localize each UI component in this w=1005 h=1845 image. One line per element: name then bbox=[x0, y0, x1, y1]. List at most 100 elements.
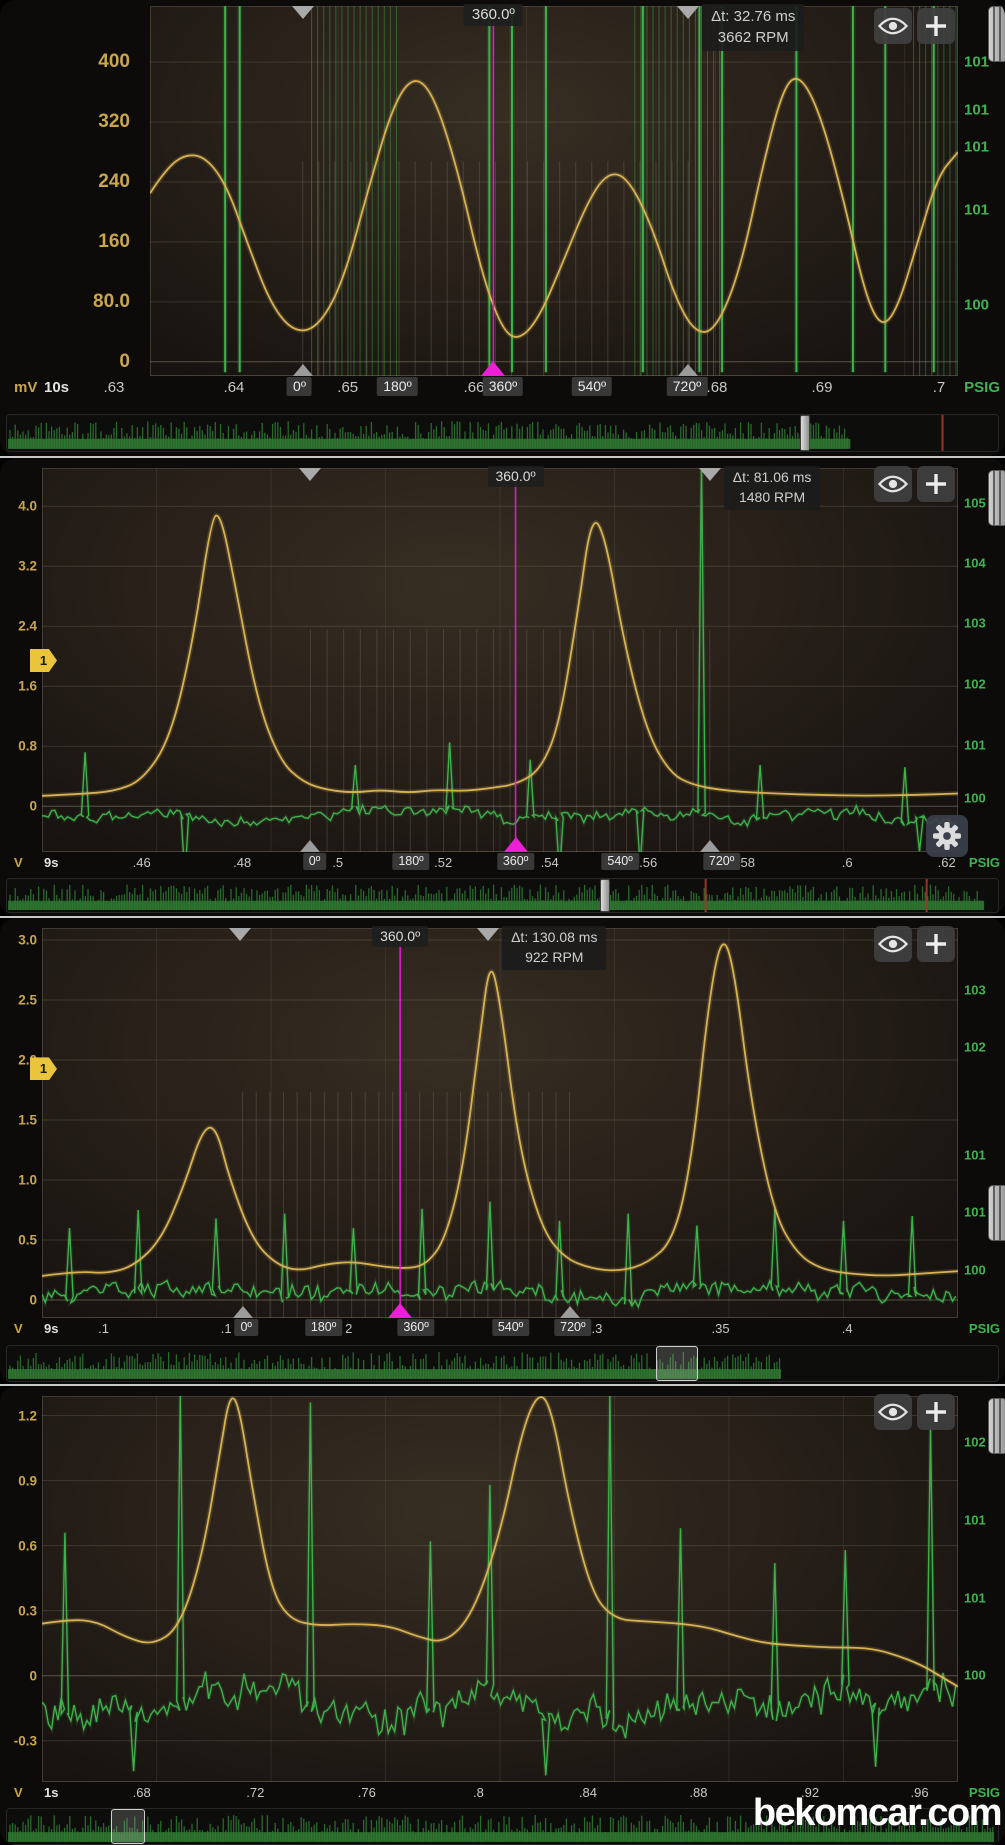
scrollbar-handle[interactable] bbox=[111, 1809, 145, 1844]
pressure-trace bbox=[150, 79, 958, 337]
cursor-degree-badge[interactable]: 360.0º bbox=[372, 926, 428, 947]
scope-panel-1: 40032024016080.00 101101101101100 360.0º… bbox=[0, 0, 1005, 456]
y-axis-label: 400 bbox=[98, 51, 130, 73]
vertical-scroll-handle[interactable] bbox=[988, 1398, 1005, 1454]
add-channel-button[interactable] bbox=[917, 8, 955, 44]
y-axis-label: 240 bbox=[98, 171, 130, 193]
delta-time-value: Δt: 32.76 ms bbox=[711, 6, 795, 27]
x-axis-row: mV 10s PSIG .63.64.65.66.68.69.70º180º36… bbox=[0, 376, 1005, 400]
rotation-marker-bottom[interactable] bbox=[233, 1306, 253, 1318]
time-tick-label: .76 bbox=[358, 1785, 376, 1800]
psig-axis-label: 102 bbox=[964, 1039, 986, 1054]
time-tick-label: .62 bbox=[938, 855, 956, 870]
rotation-marker-bottom[interactable] bbox=[560, 1306, 580, 1318]
time-tick-label: .5 bbox=[332, 855, 343, 870]
time-tick-label: .65 bbox=[337, 379, 358, 396]
waveform-plot[interactable] bbox=[42, 1396, 958, 1782]
vertical-scroll-handle[interactable] bbox=[988, 6, 1005, 62]
waveform-svg bbox=[42, 928, 958, 1318]
add-channel-button[interactable] bbox=[917, 1394, 955, 1430]
psig-axis-label: 101 bbox=[964, 737, 986, 752]
waveform-plot[interactable] bbox=[42, 928, 958, 1318]
cursor-marker-bottom[interactable] bbox=[481, 361, 505, 376]
rotation-marker-bottom[interactable] bbox=[678, 364, 698, 376]
timeline-scrollbar[interactable] bbox=[6, 414, 999, 452]
cursor-degree-badge[interactable]: 360.0º bbox=[487, 466, 543, 487]
y-axis-label: 3.2 bbox=[18, 559, 37, 574]
rpm-value: 1480 RPM bbox=[733, 488, 812, 508]
time-tick-label: .3 bbox=[592, 1321, 603, 1336]
x-axis-row: V 9s PSIG .46.48.5.52.54.5658.6.620º180º… bbox=[0, 852, 1005, 876]
y-axis-label: 0 bbox=[29, 799, 37, 814]
rotation-marker-top[interactable] bbox=[229, 928, 251, 941]
panel-separator bbox=[0, 456, 1005, 458]
rotation-marker-top[interactable] bbox=[699, 468, 721, 481]
time-tick-label: .4 bbox=[842, 1321, 853, 1336]
y-axis-label: -0.3 bbox=[14, 1733, 37, 1748]
gridlines bbox=[150, 6, 958, 376]
rotation-marker-top[interactable] bbox=[299, 468, 321, 481]
rotation-marker-top[interactable] bbox=[477, 928, 499, 941]
rotation-marker-bottom[interactable] bbox=[700, 840, 720, 852]
scrollbar-handle[interactable] bbox=[656, 1346, 698, 1381]
y-axis-label: 1.6 bbox=[18, 679, 37, 694]
time-tick-label: .35 bbox=[712, 1321, 730, 1336]
settings-button[interactable] bbox=[926, 815, 968, 857]
time-tick-label: .52 bbox=[434, 855, 452, 870]
scrollbar-minimap bbox=[7, 415, 998, 451]
timeline-scrollbar[interactable] bbox=[6, 1345, 999, 1382]
degree-marker-badge: 720º bbox=[554, 1319, 591, 1336]
psig-axis-label: 103 bbox=[964, 616, 986, 631]
y-axis-label: 160 bbox=[98, 231, 130, 253]
visibility-button[interactable] bbox=[874, 466, 912, 502]
cursor-marker-bottom[interactable] bbox=[388, 1303, 412, 1318]
y-axis-label: 3.0 bbox=[18, 933, 37, 948]
waveform-plot[interactable] bbox=[150, 6, 958, 376]
waveform-plot[interactable] bbox=[42, 468, 958, 852]
left-axis-unit: V bbox=[14, 855, 23, 870]
time-tick-label: .63 bbox=[104, 379, 125, 396]
panel-separator bbox=[0, 1384, 1005, 1386]
y-axis-label: 0 bbox=[119, 351, 130, 373]
rotation-marker-top[interactable] bbox=[292, 6, 314, 19]
degree-marker-badge: 540º bbox=[601, 853, 638, 870]
scrollbar-handle[interactable] bbox=[600, 879, 610, 912]
right-axis-unit: PSIG bbox=[969, 855, 1000, 870]
left-axis-unit: V bbox=[14, 1785, 23, 1800]
psig-axis-label: 102 bbox=[964, 676, 986, 691]
time-tick-label: 2 bbox=[345, 1321, 352, 1336]
visibility-button[interactable] bbox=[874, 8, 912, 44]
cursor-marker-bottom[interactable] bbox=[504, 837, 528, 852]
cursor-degree-badge[interactable]: 360.0º bbox=[464, 4, 523, 26]
time-tick-label: .84 bbox=[579, 1785, 597, 1800]
timeline-scrollbar[interactable] bbox=[6, 878, 999, 913]
watermark: bekomcar.com bbox=[753, 1792, 1001, 1835]
degree-marker-badge: 0º bbox=[303, 853, 327, 870]
left-axis-unit: V bbox=[14, 1321, 23, 1336]
visibility-button[interactable] bbox=[874, 1394, 912, 1430]
degree-marker-badge: 540º bbox=[572, 377, 612, 396]
psig-axis-label: 101 bbox=[964, 1147, 986, 1162]
timebase-label: 10s bbox=[44, 379, 69, 396]
waveform-svg bbox=[150, 6, 958, 376]
add-channel-button[interactable] bbox=[917, 466, 955, 502]
time-tick-label: .64 bbox=[224, 379, 245, 396]
psig-axis-label: 104 bbox=[964, 555, 986, 570]
vertical-scroll-handle[interactable] bbox=[988, 1185, 1005, 1241]
visibility-button[interactable] bbox=[874, 926, 912, 962]
gridlines bbox=[42, 928, 958, 1318]
rotation-marker-bottom[interactable] bbox=[300, 840, 320, 852]
scrollbar-handle[interactable] bbox=[800, 415, 810, 451]
y-axis-label: 0.8 bbox=[18, 739, 37, 754]
add-channel-button[interactable] bbox=[917, 926, 955, 962]
plus-icon bbox=[923, 1399, 949, 1425]
plus-icon bbox=[923, 13, 949, 39]
vertical-scroll-handle[interactable] bbox=[988, 470, 1005, 526]
psig-axis-label: 101 bbox=[964, 1512, 986, 1527]
waveform-svg bbox=[42, 468, 958, 852]
right-axis-unit: PSIG bbox=[969, 1321, 1000, 1336]
psig-axis-label: 101 bbox=[964, 1204, 986, 1219]
scope-panel-3: 3.02.52.01.51.00.50 103102101101100 1 36… bbox=[0, 918, 1005, 1384]
rotation-marker-top[interactable] bbox=[677, 6, 699, 19]
rotation-marker-bottom[interactable] bbox=[293, 364, 313, 376]
